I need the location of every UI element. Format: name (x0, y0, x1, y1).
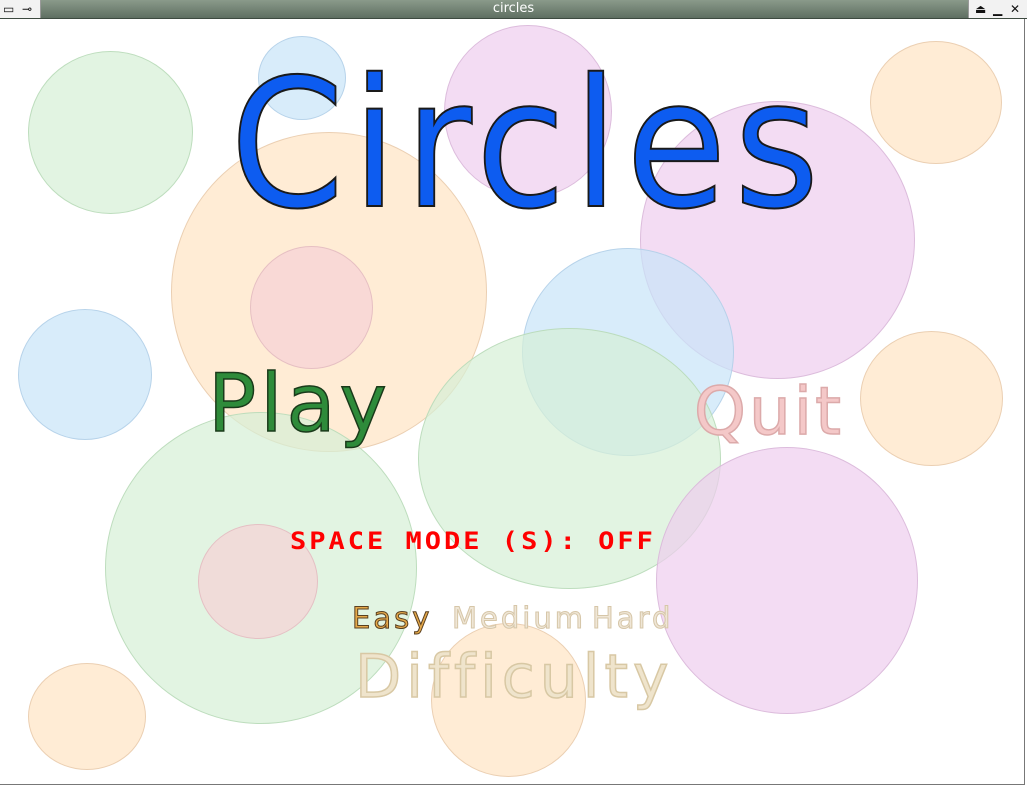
background-circle (250, 246, 373, 369)
quit-button[interactable]: Quit (693, 376, 844, 448)
window-controls: ⏏ ▁ ✕ (968, 0, 1027, 18)
difficulty-hard-option[interactable]: Hard (591, 601, 673, 636)
background-circle (18, 309, 152, 440)
space-mode-toggle[interactable]: SPACE MODE (S): OFF (290, 528, 656, 557)
background-circle (860, 331, 1003, 466)
close-icon[interactable]: ✕ (1010, 1, 1020, 17)
background-circle (28, 51, 193, 214)
minimize-icon[interactable]: ▁ (993, 1, 1002, 17)
background-circle (656, 447, 918, 714)
difficulty-easy-option[interactable]: Easy (351, 601, 432, 636)
window-title-bar[interactable]: ▭ ⊸ circles ⏏ ▁ ✕ (0, 0, 1027, 19)
shade-icon[interactable]: ⏏ (975, 1, 986, 17)
difficulty-label: Difficulty (354, 642, 674, 712)
game-title: Circles (229, 41, 827, 248)
background-circle (870, 41, 1002, 164)
difficulty-medium-option[interactable]: Medium (452, 601, 586, 636)
window-title: circles (492, 1, 535, 16)
game-canvas[interactable]: Circles Play Quit SPACE MODE (S): OFF Ea… (0, 19, 1025, 785)
play-button[interactable]: Play (207, 358, 391, 450)
background-circle (28, 663, 146, 770)
